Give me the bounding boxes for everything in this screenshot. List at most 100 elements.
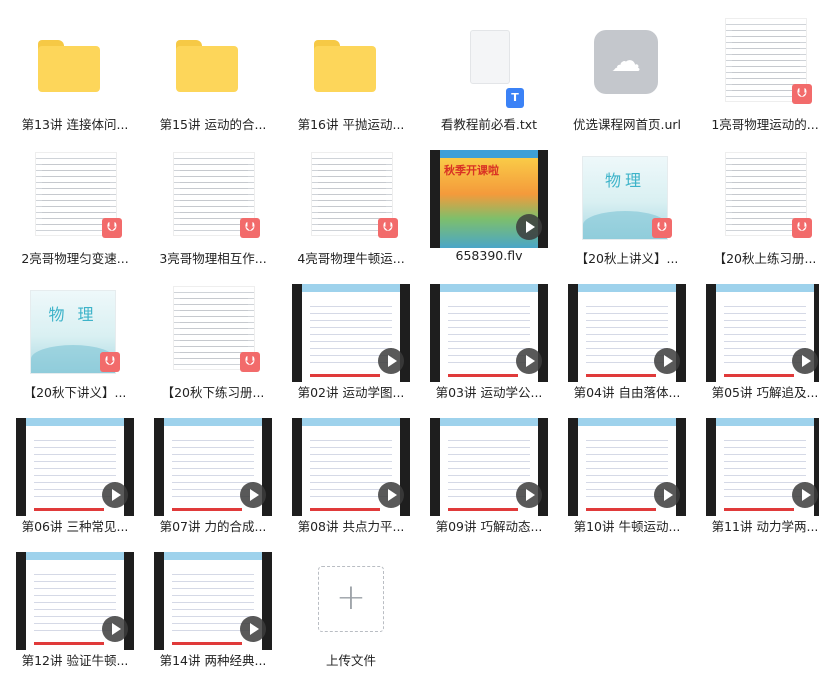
file-item[interactable]: 第10讲 牛顿运动...	[568, 410, 686, 544]
file-item[interactable]: ⮋ 3亮哥物理相互作...	[154, 142, 272, 276]
file-item[interactable]: 第05讲 巧解追及...	[706, 276, 819, 410]
file-item[interactable]: T 看教程前必看.txt	[430, 8, 548, 142]
file-name: 第03讲 运动学公...	[435, 385, 543, 400]
file-item[interactable]: 第02讲 运动学图...	[292, 276, 410, 410]
file-name: 【20秋上练习册...	[713, 251, 817, 266]
pdf-text-lines	[732, 25, 800, 95]
cover-title: 物理	[604, 171, 645, 190]
upload-button[interactable]: +	[318, 566, 384, 632]
play-icon[interactable]	[240, 616, 266, 642]
pdf-icon: ⮋	[100, 352, 120, 372]
file-item[interactable]: ⮋ 【20秋下练习册...	[154, 276, 272, 410]
file-thumbnail	[16, 552, 134, 650]
file-name: 第09讲 巧解动态...	[435, 519, 543, 534]
file-item[interactable]: 第04讲 自由落体...	[568, 276, 686, 410]
folder-body	[314, 46, 376, 92]
file-item[interactable]: 物 理 ⮋ 【20秋下讲义】...	[16, 276, 134, 410]
file-item[interactable]: 第15讲 运动的合...	[154, 8, 272, 142]
slide-footer	[448, 508, 518, 511]
play-icon[interactable]	[792, 348, 818, 374]
file-name: 第15讲 运动的合...	[159, 117, 267, 132]
file-thumbnail	[430, 418, 548, 516]
video-preview	[568, 284, 686, 382]
file-thumbnail: 秋季开课啦	[430, 150, 548, 248]
file-item[interactable]: 第09讲 巧解动态...	[430, 410, 548, 544]
cloud-link-icon: ☁	[594, 30, 658, 94]
file-name: 658390.flv	[455, 248, 523, 263]
play-icon[interactable]	[240, 482, 266, 508]
file-item[interactable]: 第08讲 共点力平...	[292, 410, 410, 544]
folder-body	[176, 46, 238, 92]
slide-footer	[724, 508, 794, 511]
play-icon[interactable]	[378, 348, 404, 374]
file-item[interactable]: 第14讲 两种经典...	[154, 544, 272, 678]
pdf-icon: ⮋	[240, 218, 260, 238]
play-icon[interactable]	[102, 616, 128, 642]
file-item[interactable]: 第11讲 动力学两...	[706, 410, 819, 544]
file-name: 第06讲 三种常见...	[21, 519, 129, 534]
file-thumbnail	[154, 552, 272, 650]
file-item[interactable]: 秋季开课啦 658390.flv	[430, 142, 548, 276]
file-thumbnail	[292, 418, 410, 516]
file-name: 第12讲 验证牛顿...	[21, 653, 129, 668]
slide-footer	[724, 374, 794, 377]
file-name: 第05讲 巧解追及...	[711, 385, 819, 400]
file-thumbnail	[430, 284, 548, 382]
plus-icon: +	[335, 577, 367, 618]
file-name: 优选课程网首页.url	[572, 117, 681, 132]
slide-footer	[448, 374, 518, 377]
file-item[interactable]: ⮋ 【20秋上练习册...	[706, 142, 819, 276]
file-item[interactable]: 第12讲 验证牛顿...	[16, 544, 134, 678]
file-thumbnail	[292, 284, 410, 382]
play-icon[interactable]	[516, 348, 542, 374]
file-name: 上传文件	[325, 653, 376, 668]
slide-footer	[34, 508, 104, 511]
file-name: 第02讲 运动学图...	[297, 385, 405, 400]
file-thumbnail: ⮋	[292, 150, 410, 248]
play-icon[interactable]	[654, 482, 680, 508]
file-item[interactable]: 第16讲 平抛运动...	[292, 8, 410, 142]
play-icon[interactable]	[102, 482, 128, 508]
file-thumbnail: T	[430, 16, 548, 114]
file-item[interactable]: ☁ 优选课程网首页.url	[568, 8, 686, 142]
pdf-text-lines	[180, 293, 248, 363]
file-name: 第04讲 自由落体...	[573, 385, 681, 400]
folder-icon	[38, 40, 100, 92]
play-icon[interactable]	[516, 214, 542, 240]
pdf-icon: ⮋	[792, 218, 812, 238]
video-preview	[292, 284, 410, 382]
play-icon[interactable]	[378, 482, 404, 508]
file-item[interactable]: ⮋ 4亮哥物理牛顿运...	[292, 142, 410, 276]
txt-badge-icon: T	[506, 88, 524, 108]
video-preview	[568, 418, 686, 516]
file-name: 看教程前必看.txt	[440, 117, 538, 132]
video-banner-text: 秋季开课啦	[444, 164, 499, 177]
text-file-icon	[470, 30, 510, 84]
pdf-text-lines	[180, 159, 248, 229]
file-name: 第07讲 力的合成...	[159, 519, 267, 534]
file-thumbnail	[16, 16, 134, 114]
video-preview	[154, 418, 272, 516]
pdf-icon: ⮋	[102, 218, 122, 238]
file-item[interactable]: ⮋ 2亮哥物理匀变速...	[16, 142, 134, 276]
file-name: 第13讲 连接体问...	[21, 117, 129, 132]
file-item[interactable]: 第03讲 运动学公...	[430, 276, 548, 410]
play-icon[interactable]	[654, 348, 680, 374]
file-item[interactable]: 第06讲 三种常见...	[16, 410, 134, 544]
file-item[interactable]: 第07讲 力的合成...	[154, 410, 272, 544]
video-preview	[292, 418, 410, 516]
file-item[interactable]: ⮋ 1亮哥物理运动的...	[706, 8, 819, 142]
pdf-icon: ⮋	[792, 84, 812, 104]
pdf-text-lines	[42, 159, 110, 229]
slide-footer	[34, 642, 104, 645]
file-name: 第08讲 共点力平...	[297, 519, 405, 534]
file-item[interactable]: + 上传文件	[292, 544, 410, 678]
play-icon[interactable]	[792, 482, 818, 508]
file-thumbnail	[16, 418, 134, 516]
slide-footer	[310, 374, 380, 377]
play-icon[interactable]	[516, 482, 542, 508]
file-thumbnail: 物理 ⮋	[568, 150, 686, 248]
file-item[interactable]: 物理 ⮋ 【20秋上讲义】...	[568, 142, 686, 276]
video-preview	[430, 418, 548, 516]
file-item[interactable]: 第13讲 连接体问...	[16, 8, 134, 142]
